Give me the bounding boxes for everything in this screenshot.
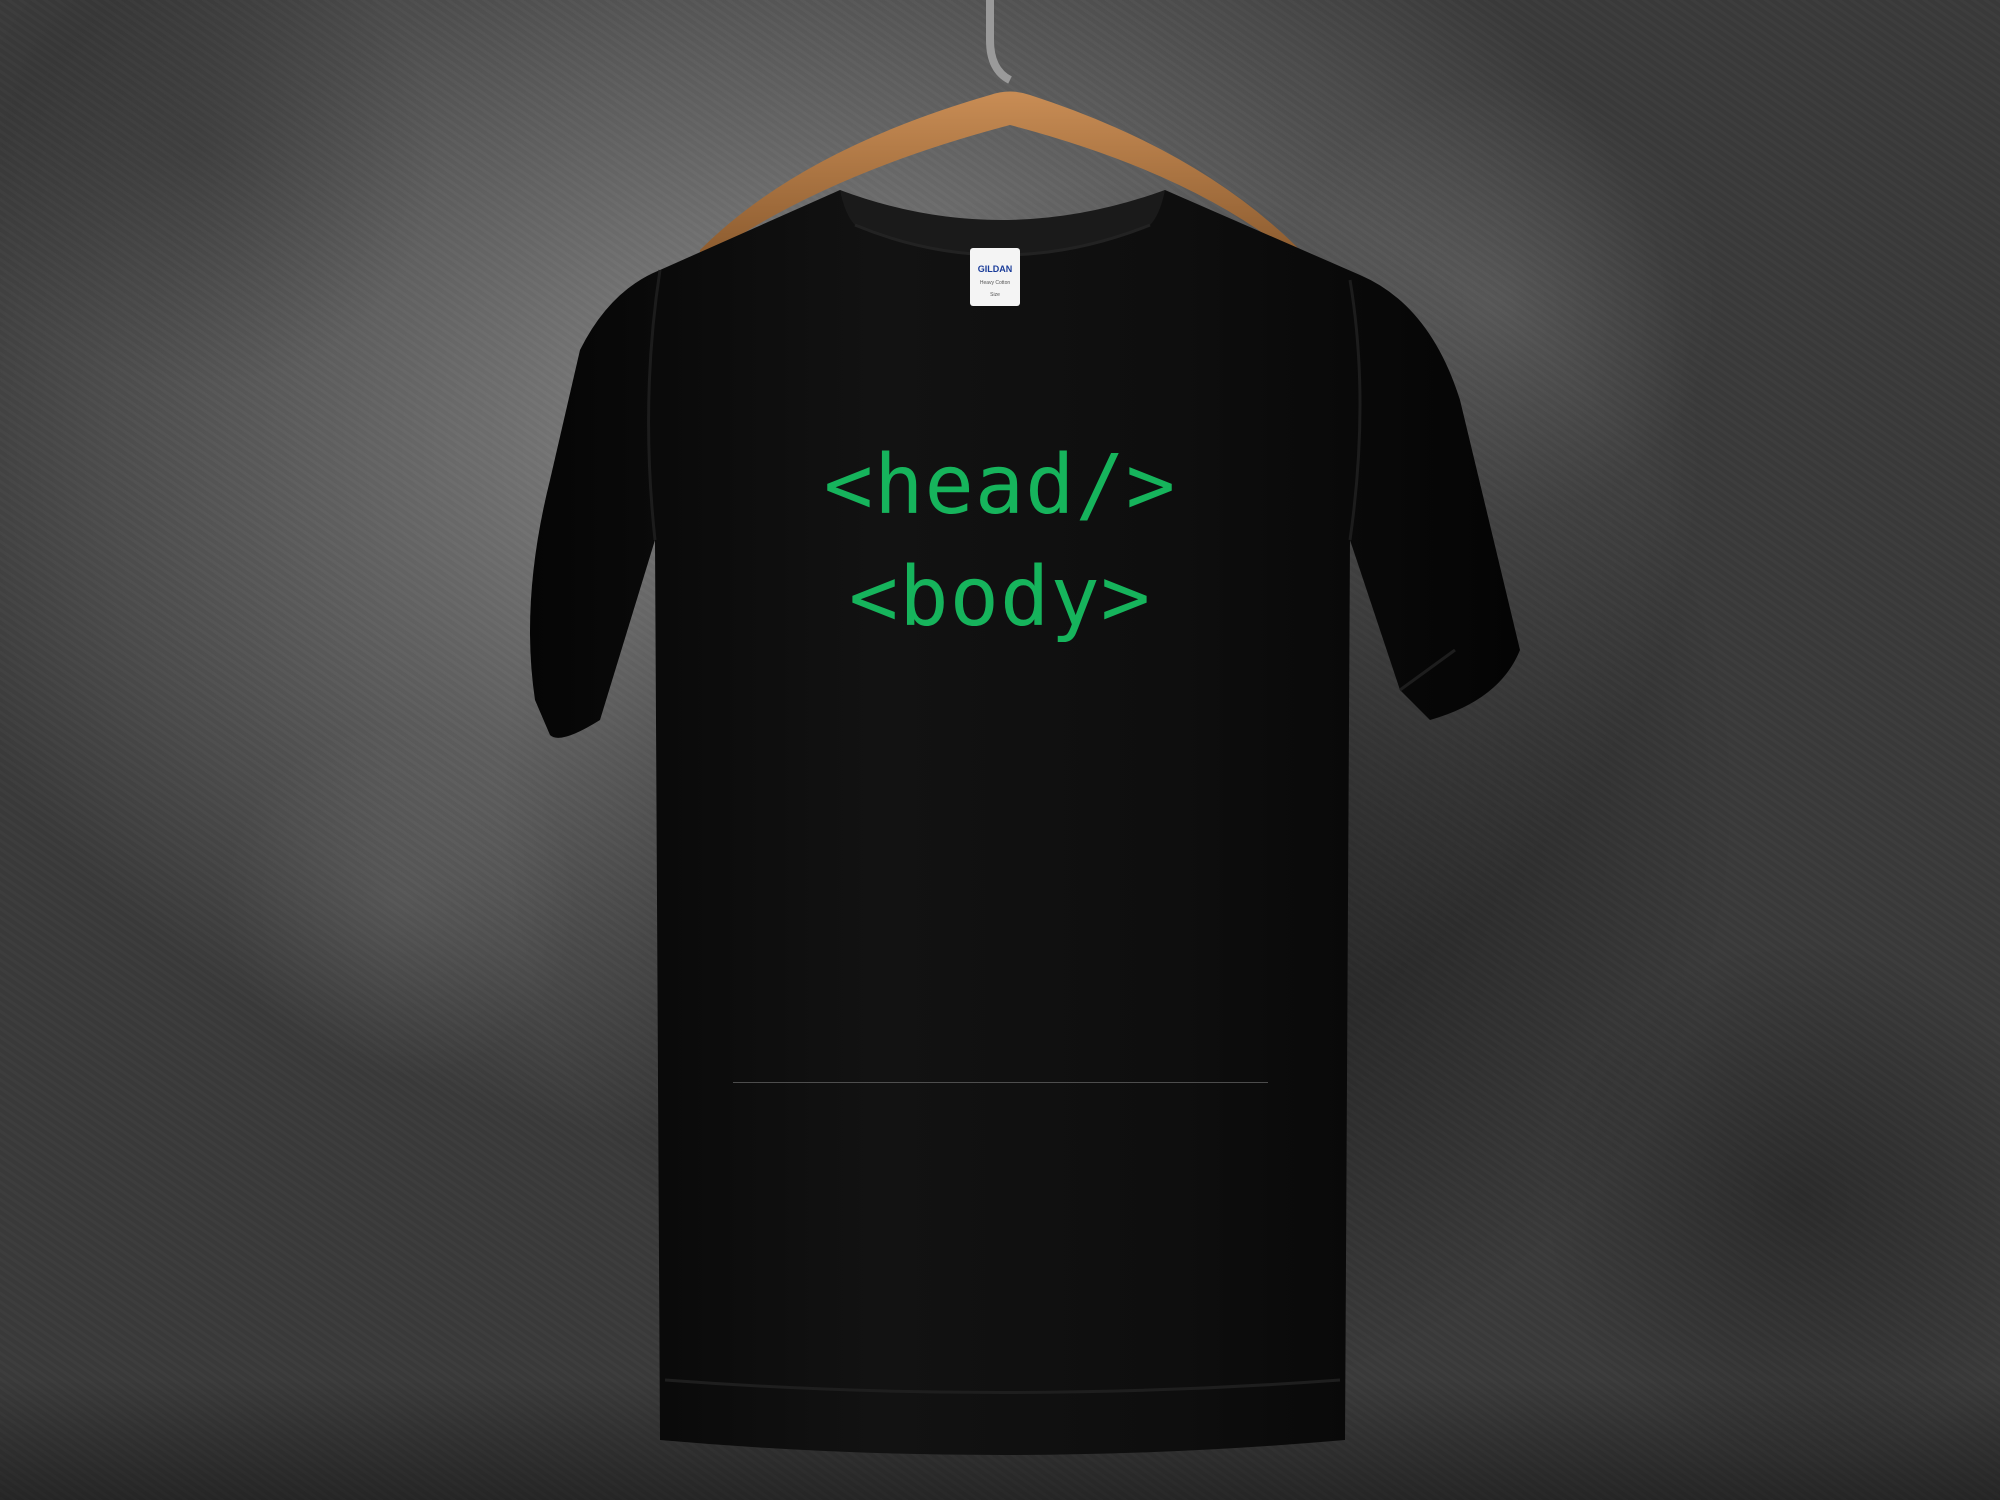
fabric-fold-line — [733, 1082, 1268, 1083]
neck-tag-labels: GILDAN Heavy Cotton Size — [978, 264, 1013, 298]
print-line-body: <body> — [848, 550, 1152, 645]
tag-brand: GILDAN — [978, 264, 1013, 274]
shirt-print: <head/> <body> — [800, 430, 1200, 654]
tag-line2: Heavy Cotton — [980, 280, 1011, 286]
mockup-scene: GILDAN Heavy Cotton Size <head/> <body> — [0, 0, 2000, 1500]
print-line-head: <head/> — [823, 438, 1177, 533]
tag-line3: Size — [990, 292, 1000, 298]
